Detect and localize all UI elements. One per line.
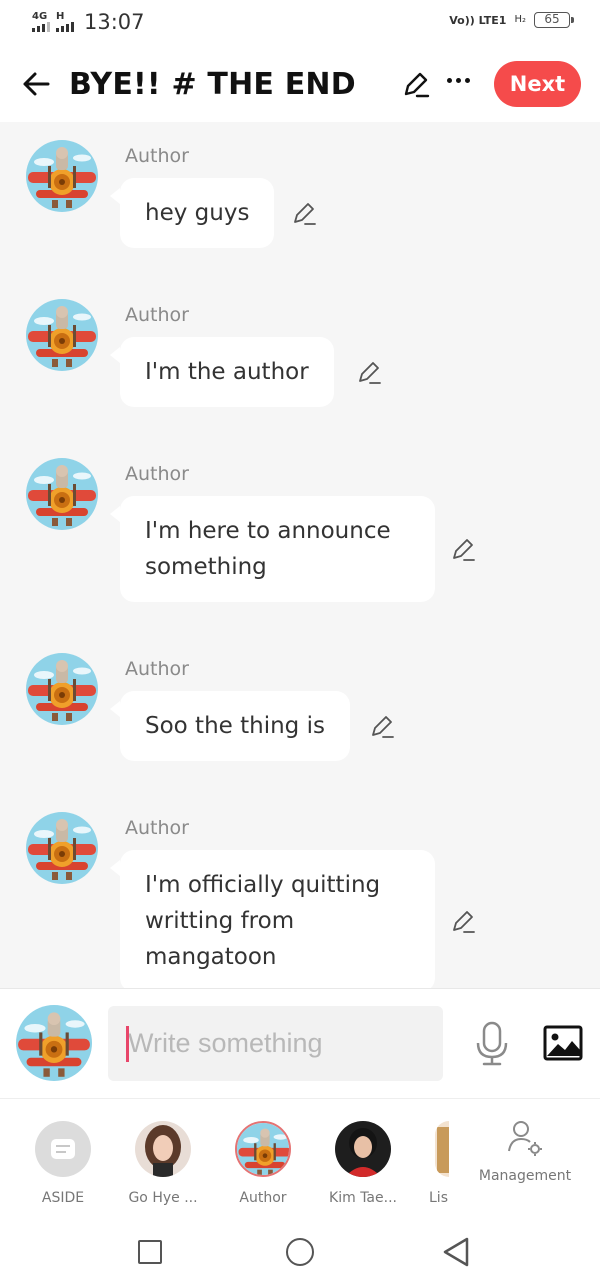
text-caret (126, 1026, 129, 1062)
message-line: I'm officially quitting (145, 872, 381, 898)
character-name: Lis (429, 1190, 448, 1206)
management-label: Management (478, 1168, 572, 1184)
message-line: I'm here to announce (145, 518, 391, 544)
status-bar: 4G H 13:07 Vo)) LTE1 H₂ 65 (0, 0, 600, 46)
character-aside[interactable]: ASIDE (18, 1121, 108, 1207)
edit-message-icon[interactable] (356, 359, 382, 385)
edit-message-icon[interactable] (291, 200, 317, 226)
message-line: writting from (145, 908, 295, 934)
status-right: Vo)) LTE1 H₂ 65 (449, 12, 574, 28)
author-name: Author (125, 463, 189, 485)
author-name: Author (125, 658, 189, 680)
signal-bars-icon (56, 22, 74, 32)
battery-icon: 65 (534, 12, 574, 28)
character-lis[interactable]: Lis (395, 1121, 485, 1207)
system-nav-bar (0, 1218, 600, 1287)
next-button[interactable]: Next (494, 61, 581, 107)
character-name: ASIDE (41, 1190, 85, 1206)
page-title: BYE!! # THE END (69, 67, 356, 102)
character-name: Go Hye ... (128, 1190, 198, 1206)
compose-bar (0, 988, 600, 1098)
author-avatar[interactable] (26, 653, 98, 725)
chat-bubble-icon (51, 1139, 75, 1159)
management-button[interactable]: Management (474, 1119, 576, 1185)
edit-title-icon[interactable] (402, 70, 430, 98)
image-icon[interactable] (543, 1025, 583, 1061)
author-name: Author (125, 817, 189, 839)
message-bubble[interactable]: Soo the thing is (110, 691, 350, 761)
recent-apps-button[interactable] (138, 1240, 162, 1264)
signal-h: H (56, 12, 74, 32)
home-button[interactable] (286, 1238, 314, 1266)
message-bubble[interactable]: I'm officially quitting writting from ma… (110, 850, 435, 988)
author-name: Author (125, 145, 189, 167)
more-options-icon[interactable] (447, 78, 475, 88)
character-go-hye[interactable]: Go Hye ... (118, 1121, 208, 1207)
message-bubble[interactable]: I'm the author (110, 337, 334, 407)
author-avatar[interactable] (26, 812, 98, 884)
microphone-icon[interactable] (474, 1021, 510, 1067)
lis-avatar (435, 1121, 449, 1177)
message-line: mangatoon (145, 944, 277, 970)
signal-4g: 4G (32, 12, 50, 32)
edit-message-icon[interactable] (450, 536, 476, 562)
message-line: hey guys (145, 200, 250, 226)
author-name: Author (125, 304, 189, 326)
message-list[interactable]: Author hey guys Author I'm the author Au… (0, 122, 600, 988)
aside-avatar (35, 1121, 91, 1177)
back-arrow-icon[interactable] (20, 68, 52, 100)
message-bubble[interactable]: I'm here to announce something (110, 496, 435, 602)
author-avatar[interactable] (26, 140, 98, 212)
go-hye-avatar (135, 1121, 191, 1177)
message-bubble[interactable]: hey guys (109, 178, 275, 248)
character-author[interactable]: Author (218, 1121, 308, 1207)
status-left: 4G H 13:07 (32, 10, 145, 34)
signal-bars-icon (32, 22, 50, 32)
author-avatar[interactable] (26, 458, 98, 530)
character-selector: ASIDE Go Hye ... Author Kim Tae... Lis M… (0, 1098, 600, 1218)
author-avatar[interactable] (26, 299, 98, 371)
edit-message-icon[interactable] (369, 713, 395, 739)
user-settings-icon (508, 1121, 542, 1156)
character-name: Author (239, 1190, 287, 1206)
message-line: I'm the author (145, 359, 309, 385)
network-h-label: H (56, 11, 65, 22)
kim-tae-avatar (335, 1121, 391, 1177)
back-triangle-icon[interactable] (441, 1236, 471, 1268)
message-input[interactable] (108, 1006, 443, 1081)
header: BYE!! # THE END Next (0, 46, 600, 122)
message-line: something (145, 554, 267, 580)
message-line: Soo the thing is (145, 713, 325, 739)
h2-indicator: H₂ (514, 14, 526, 25)
status-time: 13:07 (84, 10, 145, 34)
network-4g-label: 4G (32, 11, 48, 22)
current-character-avatar[interactable] (16, 1005, 92, 1081)
volte-indicator: Vo)) LTE1 (449, 13, 507, 27)
author-avatar-selected (235, 1121, 291, 1177)
edit-message-icon[interactable] (450, 908, 476, 934)
